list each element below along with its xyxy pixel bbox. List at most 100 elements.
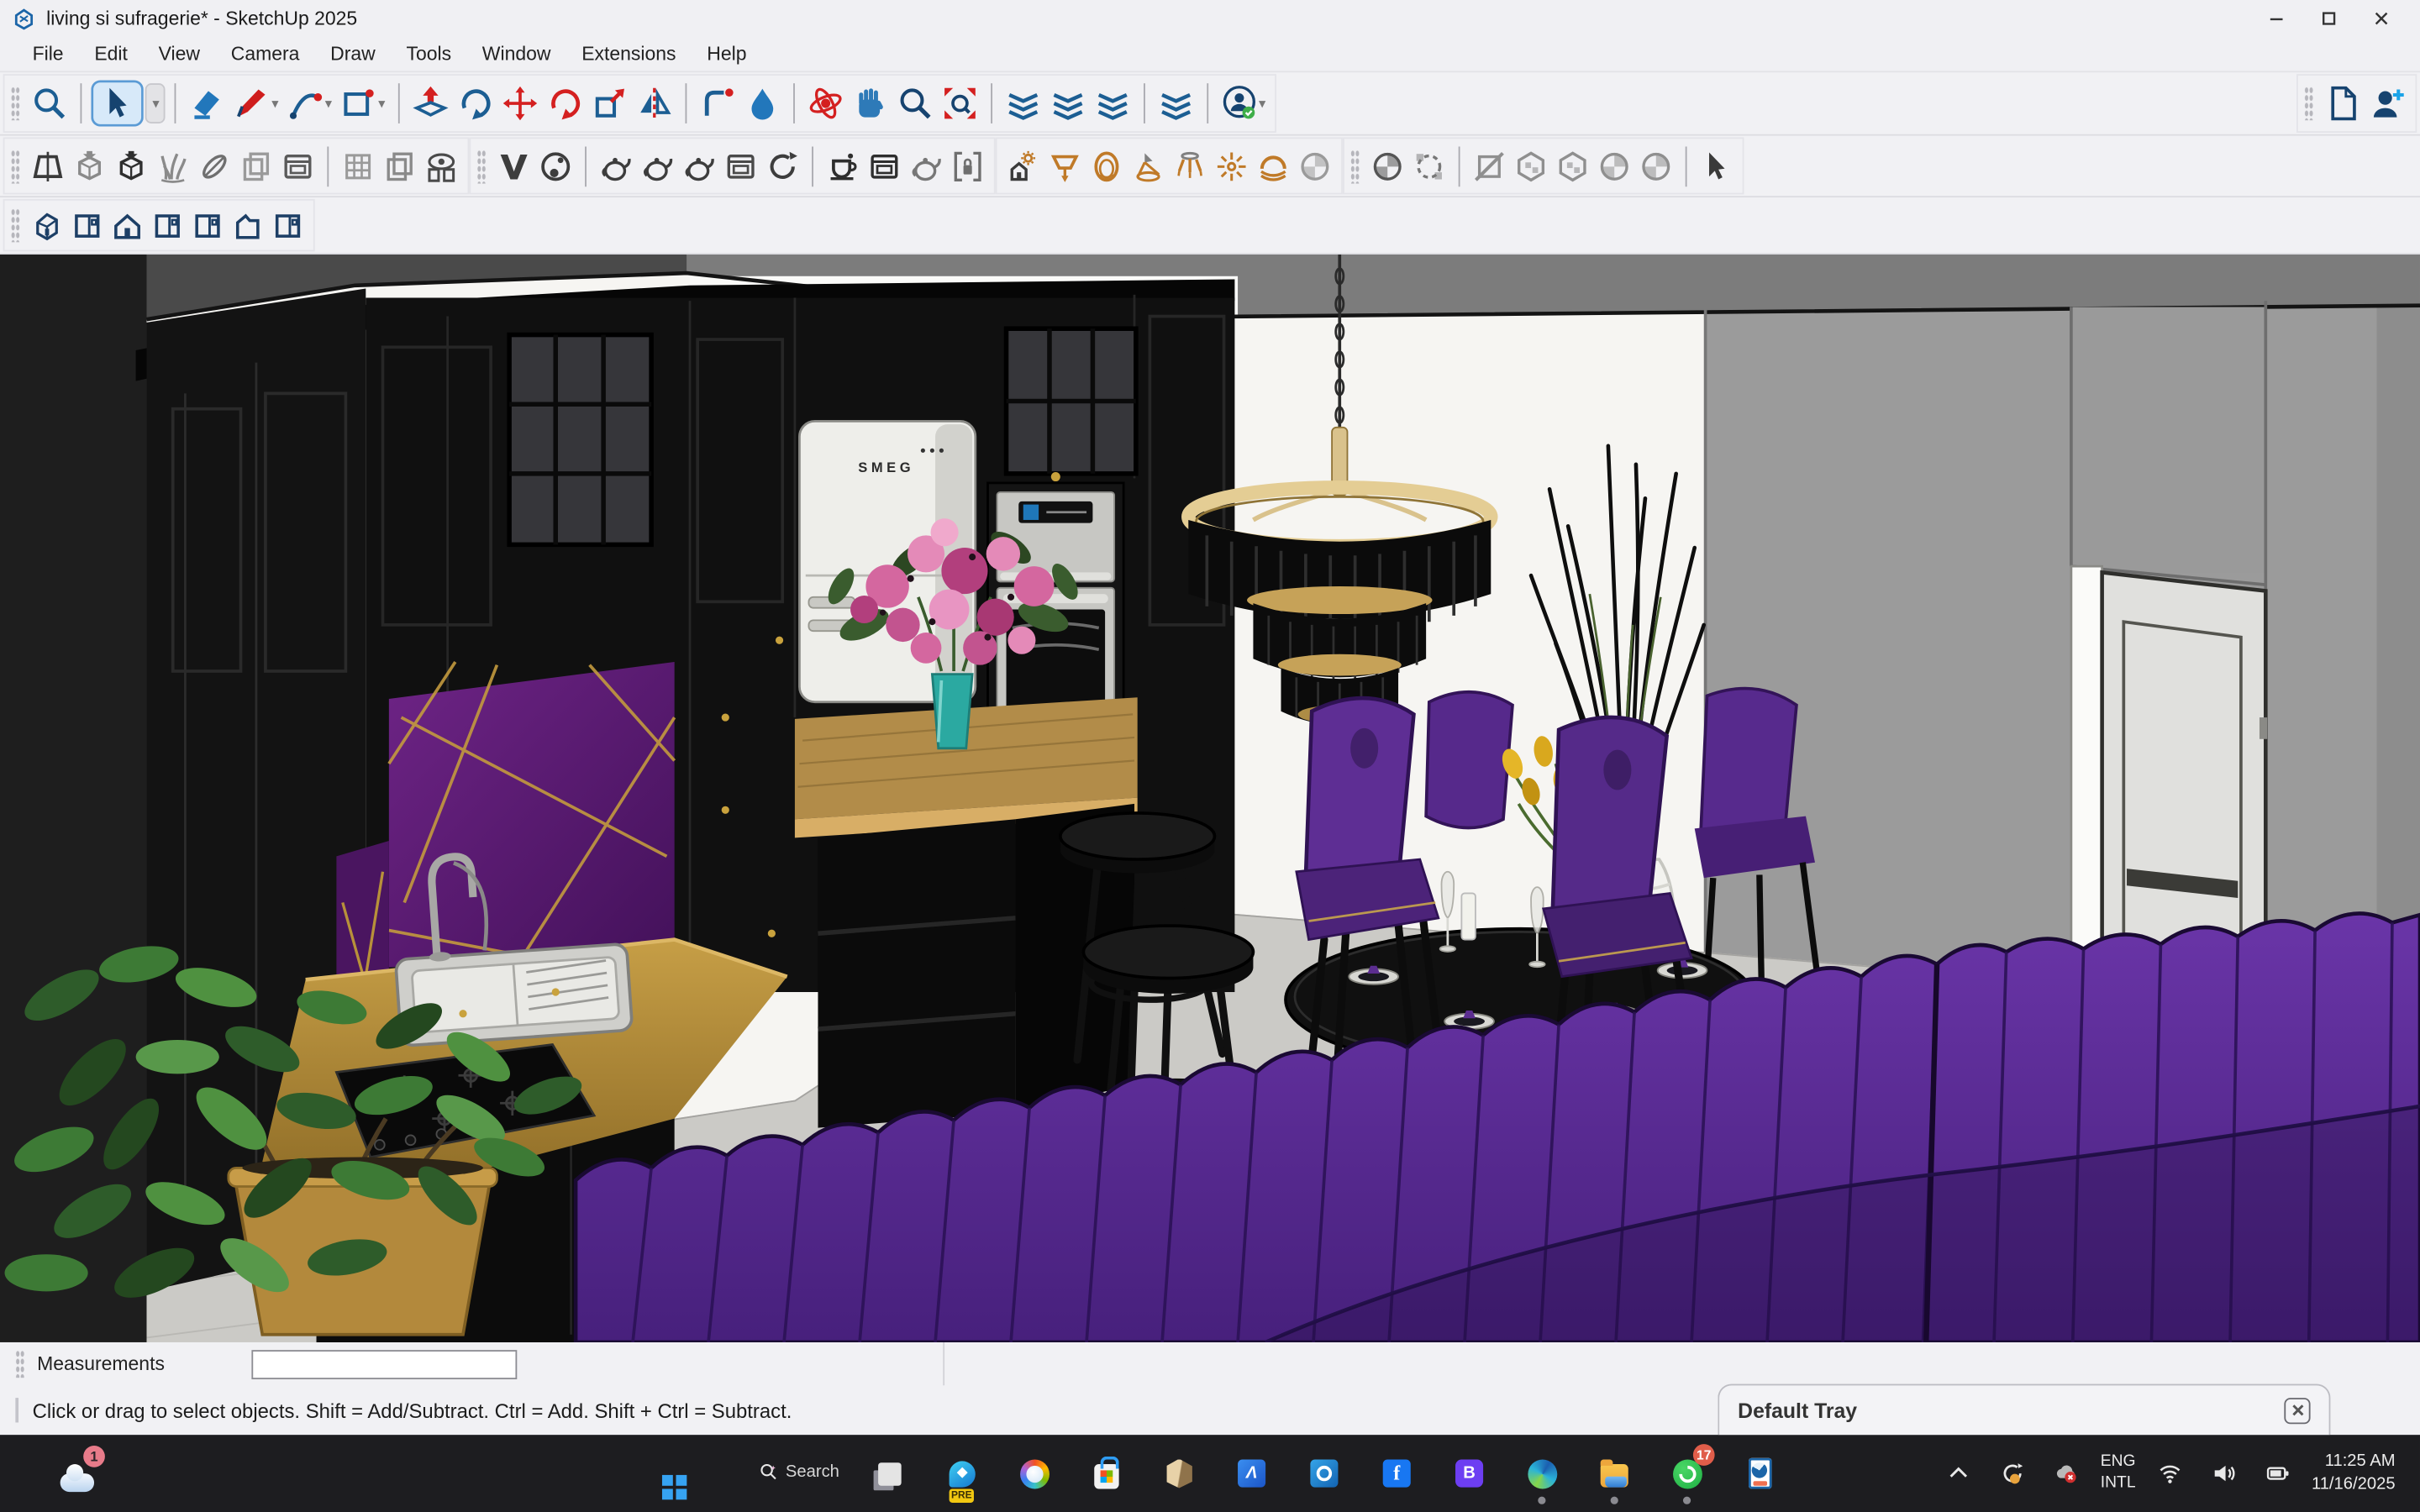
- search-box[interactable]: Search: [747, 1452, 852, 1492]
- vray-render-cloud[interactable]: [679, 146, 719, 186]
- vray-clipper[interactable]: [1470, 146, 1510, 186]
- ext-unwrap[interactable]: [278, 146, 318, 186]
- ext-curve-tool[interactable]: [194, 146, 234, 186]
- left-view[interactable]: [229, 206, 267, 244]
- menu-item-help[interactable]: Help: [693, 40, 760, 68]
- default-tray-panel[interactable]: Default Tray: [1718, 1384, 2330, 1436]
- tray-volume-button[interactable]: [2203, 1451, 2244, 1497]
- pushpull-tool[interactable]: [408, 81, 451, 124]
- taskbar-facebook[interactable]: [1363, 1440, 1431, 1508]
- share-component[interactable]: [1091, 81, 1134, 124]
- zoom-tool[interactable]: [893, 81, 936, 124]
- vray-mesh-light[interactable]: [1295, 146, 1335, 186]
- select-tool[interactable]: [91, 81, 143, 127]
- vray-frame-buffer[interactable]: [721, 146, 761, 186]
- vray-batch-render[interactable]: [823, 146, 863, 186]
- vray-spot-light[interactable]: [1128, 146, 1169, 186]
- clock-widget[interactable]: 11:25 AM 11/16/2025: [2312, 1451, 2396, 1497]
- vray-sun-light[interactable]: [1003, 146, 1044, 186]
- vray-dome-light[interactable]: [1253, 146, 1293, 186]
- pan-tool[interactable]: [848, 81, 891, 124]
- ext-visibility[interactable]: [421, 146, 461, 186]
- vray-infinite-plane[interactable]: [1367, 146, 1407, 186]
- taskbar-file-explorer[interactable]: [1581, 1440, 1649, 1508]
- tray-sync-button[interactable]: [1992, 1451, 2033, 1497]
- tray-onedrive-button[interactable]: [2046, 1451, 2086, 1497]
- share-model[interactable]: [1046, 81, 1089, 124]
- followme-tool[interactable]: [453, 81, 496, 124]
- taskbar-whatsapp[interactable]: 17: [1653, 1440, 1721, 1508]
- orbit-tool[interactable]: [803, 81, 846, 124]
- taskbar-microsoft-store[interactable]: [1073, 1440, 1141, 1508]
- menu-item-view[interactable]: View: [145, 40, 213, 68]
- zoom-window-tool[interactable]: [28, 81, 71, 124]
- viewport-3d-scene[interactable]: SMEG: [0, 255, 2420, 1342]
- vray-checker-b[interactable]: [1636, 146, 1676, 186]
- shape-tool[interactable]: ▾: [337, 81, 389, 124]
- ext-import-model[interactable]: [70, 146, 110, 186]
- eraser-tool[interactable]: [185, 81, 228, 124]
- taskbar-3d-builder[interactable]: [1145, 1440, 1213, 1508]
- measurements-input[interactable]: [251, 1349, 517, 1378]
- new-document[interactable]: [2321, 81, 2364, 124]
- ext-copy-array[interactable]: [380, 146, 420, 186]
- zoom-extents-tool[interactable]: [938, 81, 981, 124]
- vray-asset-editor[interactable]: [494, 146, 534, 186]
- minimize-button[interactable]: [2250, 0, 2302, 37]
- vray-render-interactive[interactable]: [638, 146, 678, 186]
- taskbar-sketchup[interactable]: [1725, 1440, 1793, 1508]
- taskbar-app-m[interactable]: [1218, 1440, 1286, 1508]
- taskbar-outlook[interactable]: [1291, 1440, 1359, 1508]
- front-view[interactable]: [108, 206, 147, 244]
- start-button[interactable]: [648, 1447, 700, 1499]
- vray-vfb-history[interactable]: [865, 146, 905, 186]
- iso-view[interactable]: [28, 206, 66, 244]
- vray-sphere-light[interactable]: [1086, 146, 1127, 186]
- ext-grid-tiles[interactable]: [338, 146, 378, 186]
- default-tray-close-button[interactable]: [2284, 1397, 2310, 1423]
- tray-battery-button[interactable]: [2258, 1451, 2298, 1497]
- taskbar-task-view[interactable]: [855, 1440, 923, 1508]
- vray-omni-light[interactable]: [1212, 146, 1252, 186]
- ext-panel-layout[interactable]: [236, 146, 276, 186]
- ext-grass-generator[interactable]: [153, 146, 193, 186]
- paint-bucket-tool[interactable]: [740, 81, 783, 124]
- vray-uvw-tri[interactable]: [1553, 146, 1593, 186]
- menu-item-tools[interactable]: Tools: [392, 40, 466, 68]
- weather-widget-button[interactable]: 1: [37, 1446, 118, 1501]
- vray-rect-light[interactable]: [1044, 146, 1085, 186]
- vray-color-picker[interactable]: [535, 146, 576, 186]
- back-view[interactable]: [188, 206, 227, 244]
- menu-item-window[interactable]: Window: [468, 40, 565, 68]
- plan-view[interactable]: [269, 206, 308, 244]
- extension-manager[interactable]: [1154, 81, 1197, 124]
- taskbar-dev-preview[interactable]: PRE: [928, 1440, 996, 1508]
- menu-item-edit[interactable]: Edit: [81, 40, 142, 68]
- rotate-tool[interactable]: [543, 81, 586, 124]
- move-tool[interactable]: [498, 81, 541, 124]
- 3d-warehouse[interactable]: [1001, 81, 1044, 124]
- select-tool-dropdown[interactable]: ▾: [145, 83, 166, 123]
- offset-tool[interactable]: [696, 81, 739, 124]
- language-indicator[interactable]: ENG INTL: [2101, 1452, 2136, 1494]
- vray-ies-light[interactable]: [1170, 146, 1210, 186]
- scale-tool[interactable]: [587, 81, 630, 124]
- vray-interactive-select[interactable]: [1697, 146, 1737, 186]
- tray-wifi-button[interactable]: [2149, 1451, 2190, 1497]
- taskbar-copilot[interactable]: [1000, 1440, 1068, 1508]
- vray-proxy[interactable]: [1409, 146, 1449, 186]
- flip-tool[interactable]: [632, 81, 675, 124]
- maximize-button[interactable]: [2302, 0, 2354, 37]
- vray-render[interactable]: [596, 146, 636, 186]
- ext-profile-tool[interactable]: [28, 146, 68, 186]
- close-button[interactable]: [2355, 0, 2407, 37]
- taskbar-app-b[interactable]: [1435, 1440, 1503, 1508]
- menu-item-camera[interactable]: Camera: [217, 40, 313, 68]
- arc-tool[interactable]: ▾: [283, 81, 335, 124]
- tray-chevron-button[interactable]: [1939, 1451, 1979, 1497]
- vray-checker-a[interactable]: [1594, 146, 1634, 186]
- vray-uvw-box[interactable]: [1511, 146, 1551, 186]
- taskbar-edge[interactable]: [1507, 1440, 1576, 1508]
- menu-item-extensions[interactable]: Extensions: [568, 40, 690, 68]
- account[interactable]: ▾: [1217, 81, 1269, 124]
